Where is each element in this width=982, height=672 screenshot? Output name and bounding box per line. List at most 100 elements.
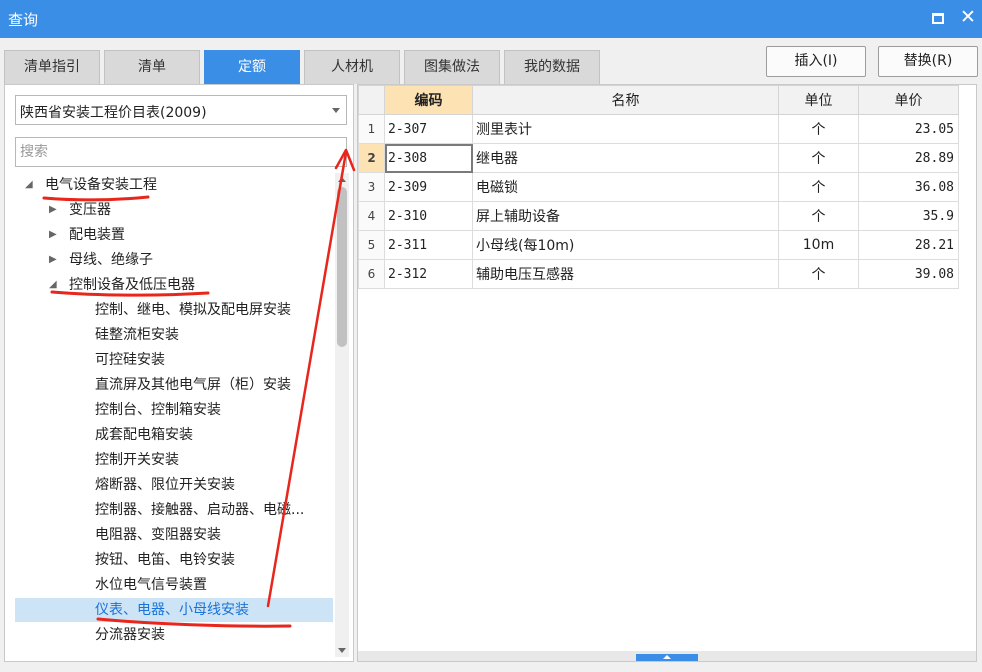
table-scrollbar[interactable] — [358, 651, 976, 661]
cell-name[interactable]: 继电器 — [472, 143, 779, 173]
tab-quota[interactable]: 定额 — [204, 50, 300, 84]
tree-node[interactable]: 直流屏及其他电气屏（柜）安装 — [15, 373, 333, 397]
cell-unit[interactable]: 10m — [778, 230, 859, 260]
tree-node-label: 硅整流柜安装 — [95, 327, 179, 343]
cell-price[interactable]: 39.08 — [858, 259, 959, 289]
cell-name[interactable]: 屏上辅助设备 — [472, 201, 779, 231]
tab-labor-material[interactable]: 人材机 — [304, 50, 400, 84]
tree-node[interactable]: 控制器、接触器、启动器、电磁... — [15, 498, 333, 522]
tab-atlas-method[interactable]: 图集做法 — [404, 50, 500, 84]
tree-node[interactable]: 控制台、控制箱安装 — [15, 398, 333, 422]
cell-code[interactable]: 2-308 — [384, 143, 473, 173]
table-row[interactable]: 6 2-312 辅助电压互感器个 39.08 — [358, 259, 959, 289]
close-icon[interactable]: ✕ — [960, 6, 976, 28]
cell-price[interactable]: 28.21 — [858, 230, 959, 260]
scroll-up-icon[interactable] — [338, 177, 346, 182]
tree-node-label: 变压器 — [69, 202, 111, 218]
tree-node[interactable]: 熔断器、限位开关安装 — [15, 473, 333, 497]
tree-node[interactable]: 成套配电箱安装 — [15, 423, 333, 447]
tree-node-label: 配电装置 — [69, 227, 125, 243]
collapsed-triangle-icon[interactable]: ▶ — [49, 198, 57, 222]
tree-node[interactable]: 控制、继电、模拟及配电屏安装 — [15, 298, 333, 322]
tree-scrollbar[interactable] — [335, 173, 349, 657]
expanded-triangle-icon[interactable]: ◢ — [25, 173, 33, 197]
library-select-value: 陕西省安装工程价目表(2009) — [20, 105, 207, 121]
table-row[interactable]: 3 2-309 电磁锁个 36.08 — [358, 172, 959, 202]
tree-node[interactable]: 电阻器、变阻器安装 — [15, 523, 333, 547]
cell-unit[interactable]: 个 — [778, 259, 859, 289]
tree-node[interactable] — [15, 648, 333, 657]
cell-code[interactable]: 2-310 — [384, 201, 473, 231]
table-row[interactable]: 4 2-310 屏上辅助设备个 35.9 — [358, 201, 959, 231]
cell-price[interactable]: 35.9 — [858, 201, 959, 231]
row-number[interactable]: 5 — [358, 230, 385, 260]
cell-name[interactable]: 电磁锁 — [472, 172, 779, 202]
column-header-index — [358, 85, 385, 115]
tree-node-label: 直流屏及其他电气屏（柜）安装 — [95, 377, 291, 393]
cell-code[interactable]: 2-307 — [384, 114, 473, 144]
table-row[interactable]: 2 2-308 继电器个 28.89 — [358, 143, 959, 173]
tree-node[interactable]: 按钮、电笛、电铃安装 — [15, 548, 333, 572]
tree-node-label: 控制、继电、模拟及配电屏安装 — [95, 302, 291, 318]
search-input[interactable] — [15, 137, 347, 167]
table-row[interactable]: 5 2-311 小母线(每10m) 10m 28.21 — [358, 230, 959, 260]
row-number[interactable]: 2 — [358, 143, 385, 173]
insert-button[interactable]: 插入(I) — [766, 46, 866, 77]
cell-price[interactable]: 36.08 — [858, 172, 959, 202]
cell-unit[interactable]: 个 — [778, 114, 859, 144]
replace-button[interactable]: 替换(R) — [878, 46, 978, 77]
cell-code[interactable]: 2-312 — [384, 259, 473, 289]
tree-node-label: 可控硅安装 — [95, 352, 165, 368]
chevron-up-icon — [663, 655, 671, 659]
cell-name[interactable]: 辅助电压互感器 — [472, 259, 779, 289]
scroll-down-icon[interactable] — [338, 648, 346, 653]
cell-unit[interactable]: 个 — [778, 201, 859, 231]
tree-node[interactable]: 仪表、电器、小母线安装 — [15, 598, 333, 622]
tree-node[interactable]: ▶ 变压器 — [15, 198, 333, 222]
category-tree: ◢ 电气设备安装工程 ▶ 变压器 ▶ 配电装置 ▶ 母线、绝缘子 ◢ 控制设备及低压电器 控制、继电… — [15, 173, 333, 657]
row-number[interactable]: 6 — [358, 259, 385, 289]
cell-code[interactable]: 2-311 — [384, 230, 473, 260]
column-header-unit[interactable]: 单位 — [778, 85, 859, 115]
cell-unit[interactable]: 个 — [778, 143, 859, 173]
tree-node[interactable]: 可控硅安装 — [15, 348, 333, 372]
tree-node-label: 按钮、电笛、电铃安装 — [95, 552, 235, 568]
row-number[interactable]: 1 — [358, 114, 385, 144]
row-number[interactable]: 4 — [358, 201, 385, 231]
tree-node-label: 控制开关安装 — [95, 452, 179, 468]
cell-code[interactable]: 2-309 — [384, 172, 473, 202]
tree-node[interactable]: ◢ 控制设备及低压电器 — [15, 273, 333, 297]
tab-bill-guide[interactable]: 清单指引 — [4, 50, 100, 84]
tab-bill[interactable]: 清单 — [104, 50, 200, 84]
tree-node-label: 仪表、电器、小母线安装 — [95, 602, 249, 618]
cell-price[interactable]: 23.05 — [858, 114, 959, 144]
panel-collapse-handle[interactable] — [636, 654, 698, 661]
maximize-icon[interactable] — [932, 13, 944, 24]
cell-name[interactable]: 测里表计 — [472, 114, 779, 144]
cell-unit[interactable]: 个 — [778, 172, 859, 202]
column-header-price[interactable]: 单价 — [858, 85, 959, 115]
collapsed-triangle-icon[interactable]: ▶ — [49, 248, 57, 272]
table-row[interactable]: 1 2-307 测里表计个 23.05 — [358, 114, 959, 144]
tree-node[interactable]: ◢ 电气设备安装工程 — [15, 173, 333, 197]
expanded-triangle-icon[interactable]: ◢ — [49, 273, 57, 297]
tree-node[interactable]: ▶ 配电装置 — [15, 223, 333, 247]
tree-node[interactable]: 分流器安装 — [15, 623, 333, 647]
tree-node[interactable]: 水位电气信号装置 — [15, 573, 333, 597]
left-panel: 陕西省安装工程价目表(2009) ◢ 电气设备安装工程 ▶ 变压器 ▶ 配电装置 ▶ 母线、绝… — [4, 84, 354, 662]
scroll-thumb[interactable] — [337, 187, 347, 347]
library-select[interactable]: 陕西省安装工程价目表(2009) — [15, 95, 347, 125]
tab-my-data[interactable]: 我的数据 — [504, 50, 600, 84]
column-header-name[interactable]: 名称 — [472, 85, 779, 115]
cell-price[interactable]: 28.89 — [858, 143, 959, 173]
column-header-code[interactable]: 编码 — [384, 85, 473, 115]
tree-node[interactable]: ▶ 母线、绝缘子 — [15, 248, 333, 272]
cell-name[interactable]: 小母线(每10m) — [472, 230, 779, 260]
collapsed-triangle-icon[interactable]: ▶ — [49, 223, 57, 247]
tree-node[interactable]: 控制开关安装 — [15, 448, 333, 472]
tree-node[interactable]: 硅整流柜安装 — [15, 323, 333, 347]
tree-node-label: 成套配电箱安装 — [95, 427, 193, 443]
tree-node-label: 电阻器、变阻器安装 — [95, 527, 221, 543]
row-number[interactable]: 3 — [358, 172, 385, 202]
tree-node-label: 控制台、控制箱安装 — [95, 402, 221, 418]
